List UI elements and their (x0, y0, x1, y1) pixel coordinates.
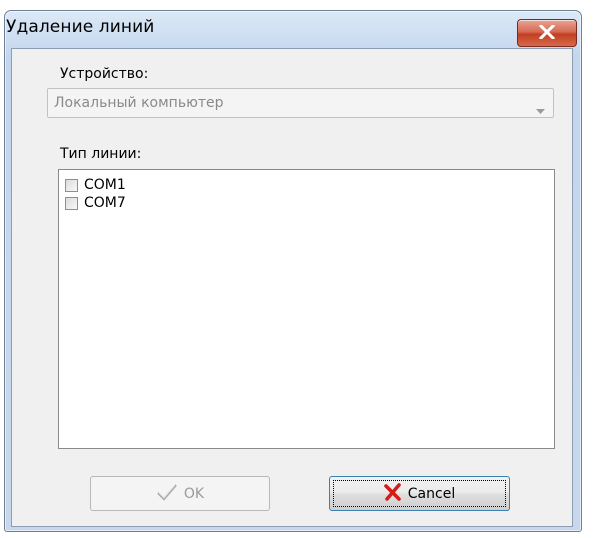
checkbox[interactable] (65, 196, 78, 210)
checkmark-icon (156, 483, 178, 505)
device-label: Устройство: (60, 66, 149, 82)
window-title: Удаление линий (6, 17, 155, 37)
list-item-label: COM7 (84, 195, 126, 211)
list-item-label: COM1 (84, 177, 126, 193)
cancel-button-label: Cancel (407, 485, 456, 502)
close-button[interactable] (517, 19, 577, 47)
ok-button[interactable]: OK (90, 476, 270, 511)
device-combobox[interactable]: Локальный компьютер (47, 88, 554, 118)
line-type-label: Тип линии: (60, 146, 142, 162)
close-icon (538, 23, 556, 43)
chevron-down-icon[interactable] (536, 100, 545, 119)
list-item[interactable]: COM1 (65, 176, 126, 194)
red-x-icon (383, 482, 402, 505)
line-type-list[interactable]: COM1 COM7 (58, 169, 555, 449)
list-item[interactable]: COM7 (65, 194, 126, 212)
cancel-button[interactable]: Cancel (329, 476, 510, 511)
ok-button-label: OK (183, 485, 205, 502)
checkbox[interactable] (65, 178, 78, 192)
device-combobox-value: Локальный компьютер (54, 95, 224, 111)
